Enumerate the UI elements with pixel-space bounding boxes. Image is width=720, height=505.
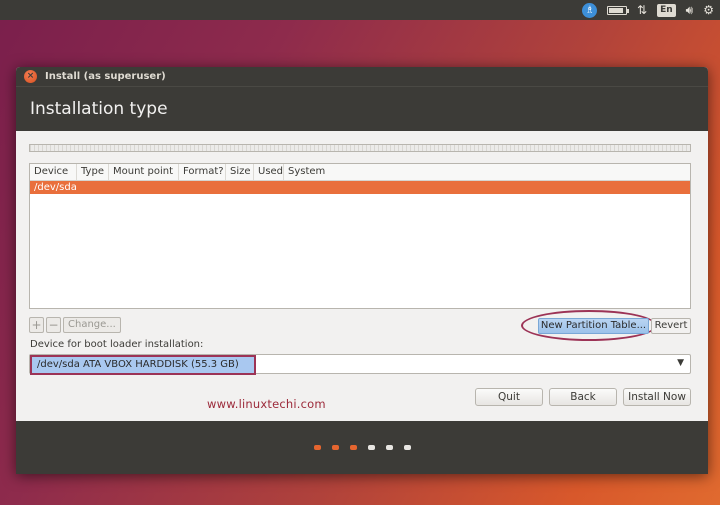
- progress-dot: [331, 445, 339, 450]
- partition-table[interactable]: Device Type Mount point Format? Size Use…: [29, 163, 691, 309]
- progress-dot: [349, 445, 357, 450]
- boot-loader-select[interactable]: /dev/sda ATA VBOX HARDDISK (55.3 GB) ▼: [29, 354, 691, 375]
- page-title: Installation type: [16, 86, 708, 131]
- partition-bar: [29, 144, 691, 152]
- window-title: Install (as superuser): [45, 71, 166, 82]
- install-now-button[interactable]: Install Now: [623, 388, 691, 406]
- column-header-type[interactable]: Type: [77, 164, 109, 180]
- network-arrows-icon[interactable]: ⇅: [637, 2, 647, 18]
- add-partition-button[interactable]: +: [29, 317, 44, 333]
- column-header-mount-point[interactable]: Mount point: [109, 164, 179, 180]
- table-buttons: + − Change...: [29, 317, 121, 333]
- column-header-size[interactable]: Size: [226, 164, 254, 180]
- column-header-system[interactable]: System: [284, 164, 344, 180]
- remove-partition-button[interactable]: −: [46, 317, 61, 333]
- keyboard-language-icon[interactable]: En: [657, 3, 676, 17]
- settings-gear-icon[interactable]: ⚙: [703, 2, 714, 18]
- top-panel: ♗ ⇅ En 🔊︎ ⚙: [0, 0, 720, 20]
- new-partition-table-button[interactable]: New Partition Table...: [538, 318, 649, 334]
- progress-dot: [367, 445, 375, 450]
- column-header-device[interactable]: Device: [30, 164, 77, 180]
- quit-button[interactable]: Quit: [475, 388, 543, 406]
- progress-dot: [403, 445, 411, 450]
- volume-icon[interactable]: 🔊︎: [686, 2, 694, 18]
- back-button[interactable]: Back: [549, 388, 617, 406]
- boot-loader-label: Device for boot loader installation:: [30, 339, 204, 350]
- watermark-text: www.linuxtechi.com: [207, 397, 326, 411]
- boot-loader-selected-value: /dev/sda ATA VBOX HARDDISK (55.3 GB): [30, 355, 256, 375]
- battery-icon[interactable]: [607, 2, 630, 18]
- close-icon[interactable]: ×: [24, 70, 37, 83]
- main-content: Device Type Mount point Format? Size Use…: [16, 131, 708, 421]
- progress-dot: [385, 445, 393, 450]
- dropdown-arrow-icon[interactable]: ▼: [677, 358, 684, 368]
- table-row[interactable]: /dev/sda: [30, 181, 690, 194]
- change-partition-button[interactable]: Change...: [63, 317, 121, 333]
- column-header-format[interactable]: Format?: [179, 164, 226, 180]
- progress-dot: [313, 445, 321, 450]
- progress-footer: [16, 421, 708, 474]
- table-header: Device Type Mount point Format? Size Use…: [30, 164, 690, 181]
- accessibility-icon[interactable]: ♗: [582, 2, 598, 18]
- installer-window: × Install (as superuser) Installation ty…: [16, 67, 708, 474]
- revert-button[interactable]: Revert: [651, 318, 691, 334]
- window-titlebar: × Install (as superuser): [16, 67, 708, 86]
- column-header-used[interactable]: Used: [254, 164, 284, 180]
